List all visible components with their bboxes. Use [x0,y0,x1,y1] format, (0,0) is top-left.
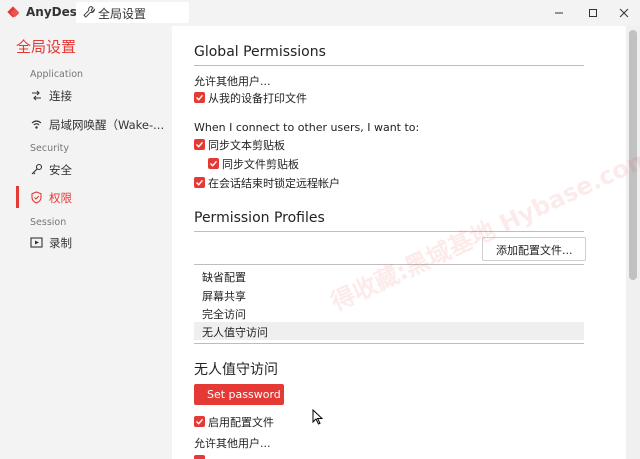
checkbox-label: 在会话结束时锁定远程帐户 [208,177,340,190]
checked-icon [194,416,205,427]
add-profile-button[interactable]: 添加配置文件... [482,237,586,261]
tab-global-settings[interactable]: 全局设置 [76,2,189,23]
set-password-button[interactable]: Set password [194,384,284,405]
sidebar-item-wake-on-lan[interactable]: 局域网唤醒（Wake-... [30,115,170,135]
scrollbar-thumb[interactable] [629,30,637,280]
profile-label: 完全访问 [202,308,246,321]
checkbox-label: 同步文本剪贴板 [208,139,285,152]
key-icon [31,163,43,175]
sidebar-item-label: 连接 [49,89,72,103]
maximize-icon[interactable] [584,4,602,22]
section-security: Security [30,143,70,154]
profile-list-top-border [194,264,584,265]
checkbox-label: 从我的设备打印文件 [208,92,307,105]
checked-icon [194,139,205,150]
sidebar-item-label: 安全 [49,163,72,177]
wrench-icon [83,5,96,18]
profile-label: 缺省配置 [202,271,246,284]
tab-label: 全局设置 [98,7,147,21]
title-bar: AnyDesk 全局设置 [0,0,640,26]
profile-item[interactable]: 屏幕共享 [194,286,584,304]
unattended-access-heading: 无人值守访问 [194,362,278,378]
sidebar-item-label: 录制 [49,236,72,250]
profile-item[interactable]: 缺省配置 [194,267,584,285]
divider [194,231,584,232]
sidebar-item-connection[interactable]: 连接 [30,86,170,106]
checkbox-label: 同步文件剪贴板 [222,158,299,171]
connection-icon [32,90,41,101]
button-label: 添加配置文件... [496,244,573,257]
allow-others-text: 允许其他用户... [194,75,271,88]
section-session: Session [30,217,67,228]
profile-label: 屏幕共享 [202,290,246,303]
global-permissions-heading: Global Permissions [194,44,326,60]
vertical-scrollbar[interactable] [626,26,640,459]
profile-label: 无人值守访问 [202,326,268,339]
sidebar-item-permissions[interactable]: 权限 [30,188,170,208]
connect-to-others-text: When I connect to other users, I want to… [194,121,420,134]
sidebar-item-recording[interactable]: 录制 [30,233,170,253]
sidebar-item-label: 局域网唤醒（Wake-... [49,118,165,132]
sidebar-title: 全局设置 [16,38,77,56]
allow-others-text-2: 允许其他用户... [194,437,271,450]
sidebar-item-security[interactable]: 安全 [30,160,170,180]
checked-icon [208,158,219,169]
profile-item-selected[interactable]: 无人值守访问 [194,322,584,340]
profile-item[interactable]: 完全访问 [194,304,584,322]
permission-profiles-heading: Permission Profiles [194,210,325,226]
profile-list-bottom-border [194,343,584,344]
active-indicator [16,186,19,208]
wake-on-lan-icon [31,120,42,129]
record-icon [30,237,43,248]
checkbox-label: 启用配置文件 [208,416,274,429]
checked-icon [194,92,205,103]
minimize-icon[interactable] [550,4,568,22]
sidebar-item-label: 权限 [49,191,72,205]
main-panel: Global Permissions 允许其他用户... 从我的设备打印文件 W… [172,26,626,459]
checked-icon [194,455,205,459]
section-application: Application [30,69,84,80]
shield-icon [31,191,42,204]
mouse-cursor-icon [312,409,324,425]
close-icon[interactable] [615,4,633,22]
divider [194,65,584,66]
anydesk-logo [7,6,20,18]
checked-icon [194,177,205,188]
button-label: Set password [207,388,281,401]
sidebar: 全局设置 Application 连接 局域网唤醒（Wake-... Secur… [0,26,172,459]
